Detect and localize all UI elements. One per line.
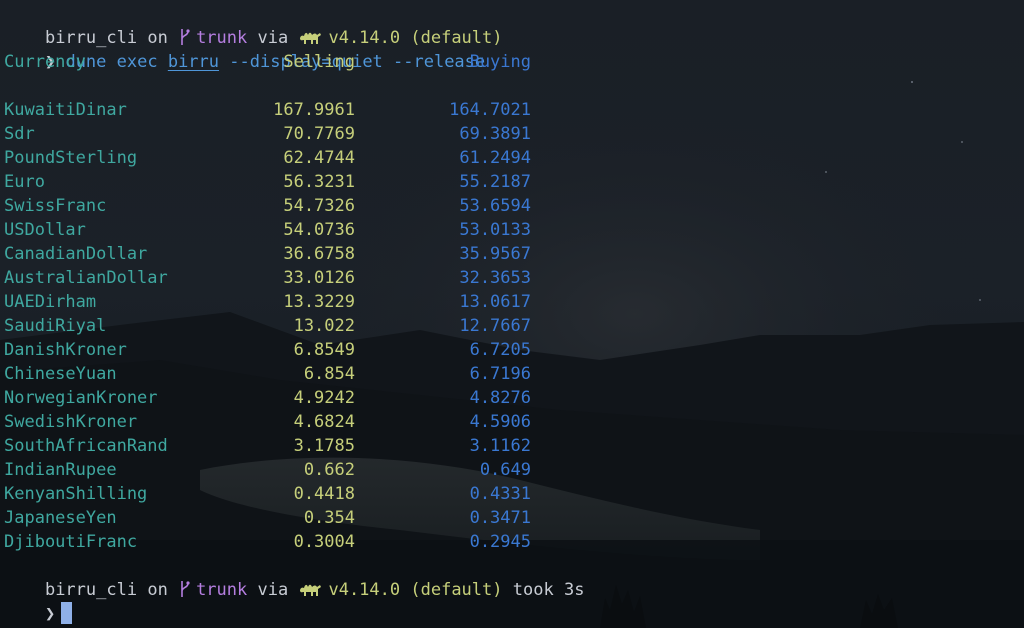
row-buying: 53.0133 xyxy=(459,220,531,240)
row-currency: KenyanShilling xyxy=(4,484,148,504)
row-buying: 61.2494 xyxy=(459,148,531,168)
header-selling: Selling xyxy=(283,52,355,72)
row-selling: 54.0736 xyxy=(283,220,355,240)
row-selling: 4.9242 xyxy=(293,388,355,408)
table-row: KuwaitiDinar 167.9961 164.7021 xyxy=(4,98,1020,122)
row-selling: 0.354 xyxy=(303,508,355,528)
shell-prompt: birru_cli on trunk via v4.14.0 (default) xyxy=(4,2,1020,48)
row-buying: 4.5906 xyxy=(469,412,531,432)
row-buying: 53.6594 xyxy=(459,196,531,216)
row-currency: SouthAfricanRand xyxy=(4,436,168,456)
row-selling: 13.022 xyxy=(293,316,355,336)
row-currency: IndianRupee xyxy=(4,460,117,480)
row-currency: Sdr xyxy=(4,124,35,144)
table-row: Euro 56.3231 55.2187 xyxy=(4,170,1020,194)
row-currency: SaudiRiyal xyxy=(4,316,107,336)
terminal-output: birru_cli on trunk via v4.14.0 (default)… xyxy=(4,2,1020,624)
row-buying: 69.3891 xyxy=(459,124,531,144)
row-buying: 6.7196 xyxy=(469,364,531,384)
table-row: JapaneseYen 0.354 0.3471 xyxy=(4,506,1020,530)
row-currency: UAEDirham xyxy=(4,292,97,312)
table-row: Sdr 70.7769 69.3891 xyxy=(4,122,1020,146)
table-row: NorwegianKroner 4.9242 4.8276 xyxy=(4,386,1020,410)
row-currency: SwedishKroner xyxy=(4,412,138,432)
table-row: SouthAfricanRand 3.1785 3.1162 xyxy=(4,434,1020,458)
table-header: Currency Selling Buying xyxy=(4,50,1020,74)
row-selling: 6.8549 xyxy=(293,340,355,360)
table-row: PoundSterling 62.4744 61.2494 xyxy=(4,146,1020,170)
row-currency: SwissFranc xyxy=(4,196,107,216)
command-line: ❯ dune exec birru --display=quiet --rele… xyxy=(4,26,1020,72)
row-selling: 62.4744 xyxy=(283,148,355,168)
row-buying: 4.8276 xyxy=(469,388,531,408)
input-line[interactable]: ❯ xyxy=(4,578,1020,624)
row-buying: 6.7205 xyxy=(469,340,531,360)
row-buying: 3.1162 xyxy=(469,436,531,456)
row-buying: 55.2187 xyxy=(459,172,531,192)
row-currency: JapaneseYen xyxy=(4,508,117,528)
row-selling: 13.3229 xyxy=(283,292,355,312)
row-currency: PoundSterling xyxy=(4,148,138,168)
row-selling: 0.3004 xyxy=(293,532,355,552)
row-selling: 3.1785 xyxy=(293,436,355,456)
row-currency: KuwaitiDinar xyxy=(4,100,127,120)
row-buying: 35.9567 xyxy=(459,244,531,264)
row-currency: ChineseYuan xyxy=(4,364,117,384)
row-buying: 0.4331 xyxy=(469,484,531,504)
terminal-cursor xyxy=(61,602,73,624)
table-row: CanadianDollar 36.6758 35.9567 xyxy=(4,242,1020,266)
row-currency: DjiboutiFranc xyxy=(4,532,138,552)
row-currency: NorwegianKroner xyxy=(4,388,158,408)
row-selling: 0.662 xyxy=(303,460,355,480)
table-row: AustralianDollar 33.0126 32.3653 xyxy=(4,266,1020,290)
table-row: ChineseYuan 6.854 6.7196 xyxy=(4,362,1020,386)
header-currency: Currency xyxy=(4,52,86,72)
prompt-arrow: ❯ xyxy=(44,604,56,624)
row-currency: CanadianDollar xyxy=(4,244,148,264)
table-row: SwissFranc 54.7326 53.6594 xyxy=(4,194,1020,218)
row-selling: 54.7326 xyxy=(283,196,355,216)
table-row: DjiboutiFranc 0.3004 0.2945 xyxy=(4,530,1020,554)
table-row: UAEDirham 13.3229 13.0617 xyxy=(4,290,1020,314)
row-buying: 164.7021 xyxy=(449,100,531,120)
table-row: IndianRupee 0.662 0.649 xyxy=(4,458,1020,482)
table-row: KenyanShilling 0.4418 0.4331 xyxy=(4,482,1020,506)
row-currency: DanishKroner xyxy=(4,340,127,360)
row-selling: 36.6758 xyxy=(283,244,355,264)
row-selling: 56.3231 xyxy=(283,172,355,192)
row-currency: AustralianDollar xyxy=(4,268,168,288)
header-buying: Buying xyxy=(469,52,531,72)
row-selling: 4.6824 xyxy=(293,412,355,432)
row-selling: 6.854 xyxy=(303,364,355,384)
table-row: SwedishKroner 4.6824 4.5906 xyxy=(4,410,1020,434)
row-selling: 70.7769 xyxy=(283,124,355,144)
row-buying: 0.2945 xyxy=(469,532,531,552)
row-buying: 32.3653 xyxy=(459,268,531,288)
row-currency: Euro xyxy=(4,172,45,192)
table-row: SaudiRiyal 13.022 12.7667 xyxy=(4,314,1020,338)
table-row: USDollar 54.0736 53.0133 xyxy=(4,218,1020,242)
row-buying: 13.0617 xyxy=(459,292,531,312)
row-selling: 167.9961 xyxy=(273,100,355,120)
row-selling: 0.4418 xyxy=(293,484,355,504)
row-buying: 0.3471 xyxy=(469,508,531,528)
row-selling: 33.0126 xyxy=(283,268,355,288)
table-row: DanishKroner 6.8549 6.7205 xyxy=(4,338,1020,362)
row-currency: USDollar xyxy=(4,220,86,240)
row-buying: 12.7667 xyxy=(459,316,531,336)
row-buying: 0.649 xyxy=(479,460,531,480)
shell-prompt: birru_cli on trunk via v4.14.0 (default)… xyxy=(4,554,1020,600)
